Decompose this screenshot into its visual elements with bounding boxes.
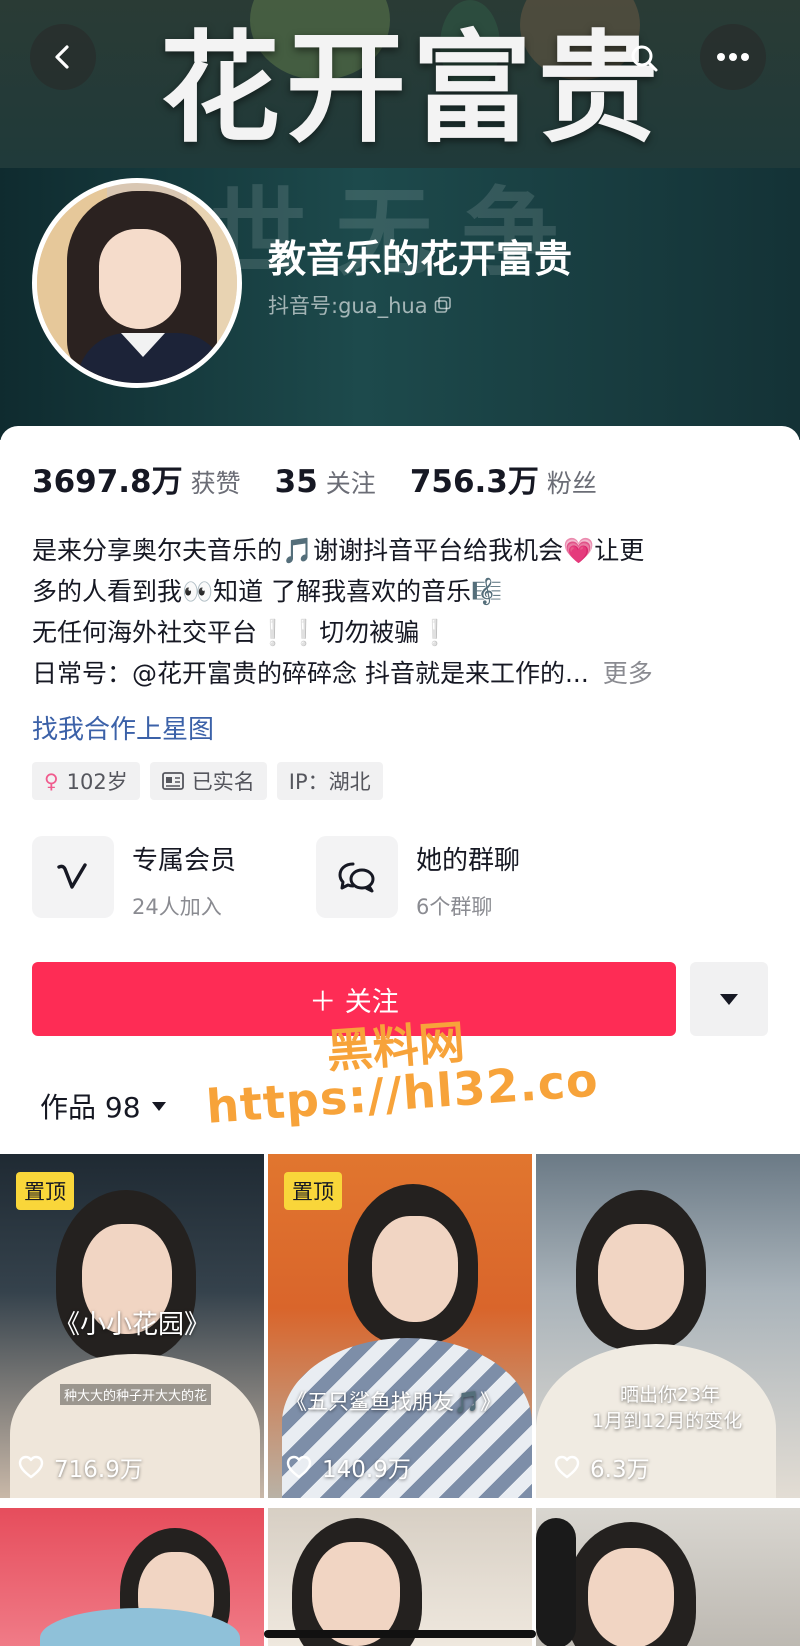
- video-caption: 《小小花园》: [54, 1310, 211, 1340]
- copy-icon[interactable]: [434, 296, 452, 314]
- female-icon: ♀: [44, 769, 59, 793]
- heart-icon: [286, 1455, 312, 1479]
- video-likes-count: 716.9万: [54, 1457, 143, 1483]
- home-indicator[interactable]: [264, 1630, 536, 1638]
- video-tile[interactable]: [268, 1508, 532, 1646]
- heart-icon: [18, 1455, 44, 1479]
- likes-label[interactable]: 获赞: [191, 464, 241, 500]
- chevron-left-icon: [55, 45, 69, 69]
- video-likes: 6.3万: [554, 1450, 650, 1484]
- ip-tag: IP：湖北: [276, 762, 383, 800]
- chat-bubbles-icon: [338, 862, 375, 893]
- video-tile[interactable]: 晒出你23年 1月到12月的变化 6.3万: [536, 1154, 800, 1498]
- followers-label[interactable]: 粉丝: [547, 464, 597, 500]
- verified-tag[interactable]: 已实名: [149, 762, 267, 800]
- followers-count[interactable]: 756.3万: [410, 456, 539, 501]
- following-count[interactable]: 35: [275, 464, 318, 500]
- nickname: 教音乐的花开富贵: [268, 237, 573, 281]
- video-tile[interactable]: 置顶 《五只鲨鱼找朋友🎵》 140.9万: [268, 1154, 532, 1498]
- member-subtitle: 24人加入: [132, 895, 222, 919]
- caret-down-icon: [151, 1101, 166, 1111]
- cover-title: 花开富贵: [160, 20, 664, 159]
- bio-line: 多的人看到我👀知道 了解我喜欢的音乐🎼: [32, 577, 503, 606]
- member-title: 专属会员: [132, 846, 237, 876]
- video-likes: 140.9万: [286, 1450, 411, 1484]
- stats-row: 3697.8万 获赞 35 关注 756.3万 粉丝: [32, 456, 631, 501]
- video-tile[interactable]: 置顶 《小小花园》 种大大的种子开大大的花 716.9万: [0, 1154, 264, 1498]
- member-entry[interactable]: 专属会员 24人加入: [32, 836, 236, 921]
- search-button[interactable]: [616, 30, 672, 86]
- age-tag: ♀ 102岁: [32, 762, 140, 800]
- video-grid: 置顶 《小小花园》 种大大的种子开大大的花 716.9万 置顶 《五只鲨鱼找朋友…: [0, 1154, 800, 1646]
- group-chat-entry[interactable]: 她的群聊 6个群聊: [316, 836, 520, 921]
- more-options-button[interactable]: [700, 24, 766, 90]
- video-tile[interactable]: [0, 1508, 264, 1646]
- tab-works[interactable]: 作品 98: [40, 1086, 167, 1126]
- bio: 是来分享奥尔夫音乐的🎵谢谢抖音平台给我机会💗让更 多的人看到我👀知道 了解我喜欢…: [32, 530, 772, 694]
- recommend-dropdown-button[interactable]: [690, 962, 768, 1036]
- video-tile[interactable]: [536, 1508, 800, 1646]
- bio-line: 日常号：@花开富贵的碎碎念 抖音就是来工作的...: [32, 659, 589, 688]
- douyin-id-text: 抖音号:gua_hua: [268, 294, 428, 318]
- video-likes-count: 140.9万: [322, 1457, 411, 1483]
- age-tag-text: 102岁: [66, 770, 128, 794]
- bio-line: 是来分享奥尔夫音乐的🎵谢谢抖音平台给我机会💗让更: [32, 536, 645, 565]
- verified-tag-text: 已实名: [191, 770, 255, 794]
- more-dots-icon: [717, 53, 749, 61]
- xingtu-link[interactable]: 找我合作上星图: [32, 709, 214, 746]
- search-icon: [631, 45, 658, 72]
- douyin-id[interactable]: 抖音号:gua_hua: [268, 290, 452, 320]
- id-card-icon: [161, 772, 184, 790]
- video-caption: 《五只鲨鱼找朋友🎵》: [286, 1390, 502, 1414]
- video-caption-line2: 1月到12月的变化: [592, 1410, 743, 1432]
- video-likes-count: 6.3万: [590, 1457, 650, 1483]
- heart-icon: [554, 1455, 580, 1479]
- profile-tags: ♀ 102岁 已实名 IP：湖北: [32, 762, 383, 800]
- video-likes: 716.9万: [18, 1450, 143, 1484]
- group-title: 她的群聊: [416, 846, 521, 876]
- video-caption: 晒出你23年: [620, 1384, 721, 1406]
- member-icon-box: [32, 836, 114, 918]
- likes-count[interactable]: 3697.8万: [32, 456, 183, 501]
- bio-line-last: 日常号：@花开富贵的碎碎念 抖音就是来工作的... 更多: [32, 653, 772, 694]
- back-button[interactable]: [30, 24, 96, 90]
- video-subcaption: 种大大的种子开大大的花: [60, 1384, 212, 1405]
- group-icon-box: [316, 836, 398, 918]
- pinned-badge: 置顶: [284, 1172, 342, 1210]
- following-label[interactable]: 关注: [326, 464, 376, 500]
- bio-more-link[interactable]: 更多: [603, 659, 653, 688]
- avatar[interactable]: [32, 178, 242, 388]
- pinned-badge: 置顶: [16, 1172, 74, 1210]
- bio-line: 无任何海外社交平台❕❕切勿被骗❕: [32, 618, 451, 647]
- group-subtitle: 6个群聊: [416, 895, 493, 919]
- follow-button[interactable]: ＋ 关注: [32, 962, 676, 1036]
- caret-down-icon: [720, 994, 738, 1005]
- ip-tag-text: IP：湖北: [288, 770, 371, 794]
- v-icon: [57, 863, 87, 889]
- tab-works-label: 作品 98: [40, 1091, 141, 1124]
